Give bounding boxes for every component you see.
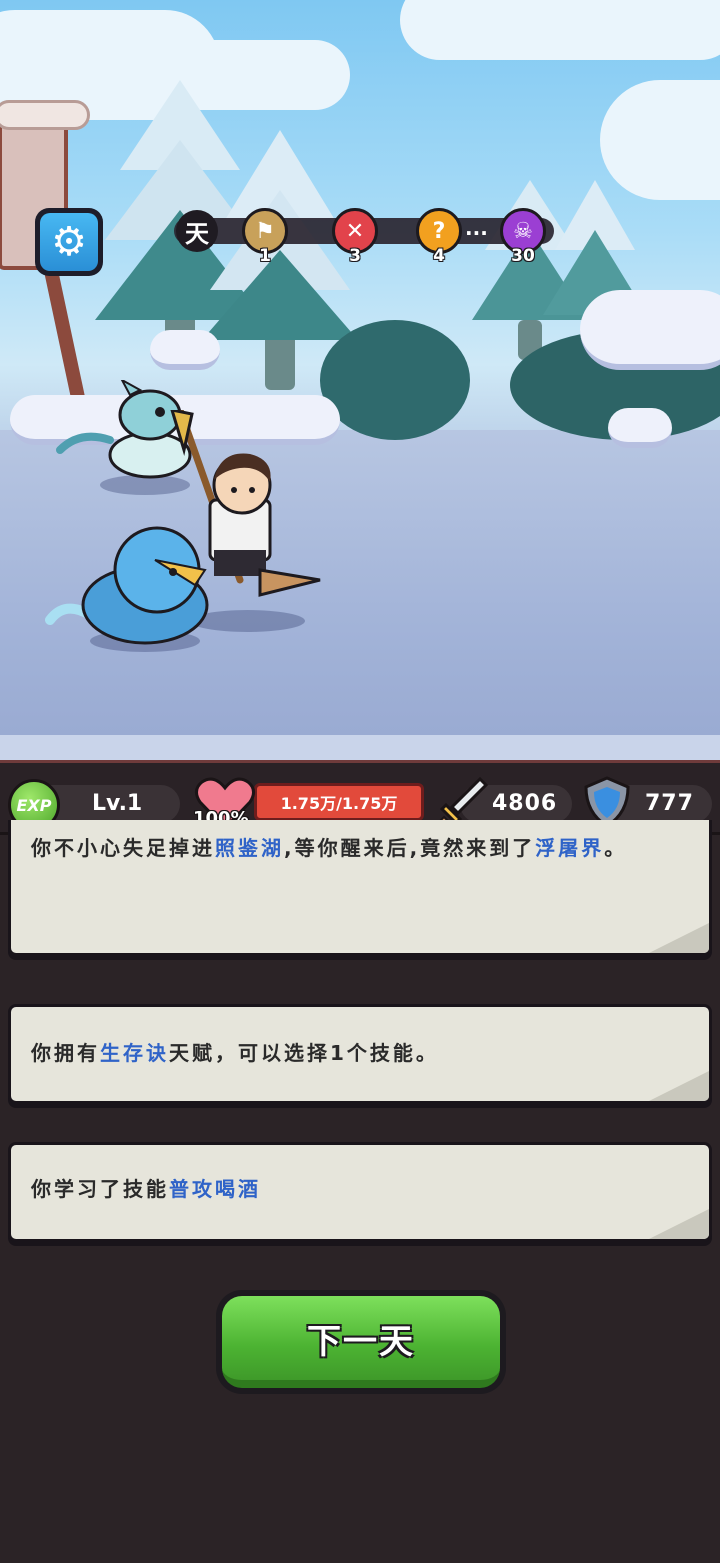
snowbank bbox=[608, 408, 672, 448]
snowbank bbox=[150, 330, 220, 370]
bush bbox=[320, 320, 470, 440]
cloud bbox=[400, 0, 720, 60]
lion-pet-sprite bbox=[45, 526, 209, 645]
log-text: 你学习了技能普攻喝酒 bbox=[31, 1177, 261, 1201]
node-count: 3 bbox=[349, 246, 361, 266]
node-count: 4 bbox=[433, 246, 445, 266]
node-count: 30 bbox=[511, 246, 535, 266]
level-label: Lv.1 bbox=[92, 791, 143, 816]
day-label: 天 bbox=[176, 210, 218, 252]
battle-scene: ⚙ 天 ⚑ 1 ✕ 3 ? 4 ... ☠ 30 bbox=[0, 0, 720, 760]
next-day-label: 下一天 bbox=[222, 1296, 500, 1388]
day-progress-bar: 天 ⚑ 1 ✕ 3 ? 4 ... ☠ 30 bbox=[160, 206, 560, 266]
log-text: 你拥有生存诀天赋，可以选择1个技能。 bbox=[31, 1041, 439, 1065]
ellipsis: ... bbox=[465, 216, 488, 240]
snowbank bbox=[580, 290, 720, 370]
log-card: 你学习了技能普攻喝酒 bbox=[8, 1142, 712, 1242]
log-card: 你拥有生存诀天赋，可以选择1个技能。 bbox=[8, 1004, 712, 1104]
settings-button[interactable]: ⚙ bbox=[35, 208, 103, 276]
log-text: 你不小心失足掉进照鉴湖,等你醒来后,竟然来到了浮屠界。 bbox=[31, 836, 628, 860]
hp-bar: 1.75万/1.75万 bbox=[254, 783, 424, 821]
next-day-button[interactable]: 下一天 bbox=[216, 1290, 506, 1394]
ground-edge bbox=[0, 735, 720, 760]
gear-icon: ⚙ bbox=[40, 213, 98, 271]
log-card: 你不小心失足掉进照鉴湖,等你醒来后,竟然来到了浮屠界。 bbox=[8, 820, 712, 956]
node-count: 1 bbox=[259, 246, 271, 266]
attack-value: 4806 bbox=[492, 791, 558, 816]
defense-value: 777 bbox=[645, 791, 694, 816]
